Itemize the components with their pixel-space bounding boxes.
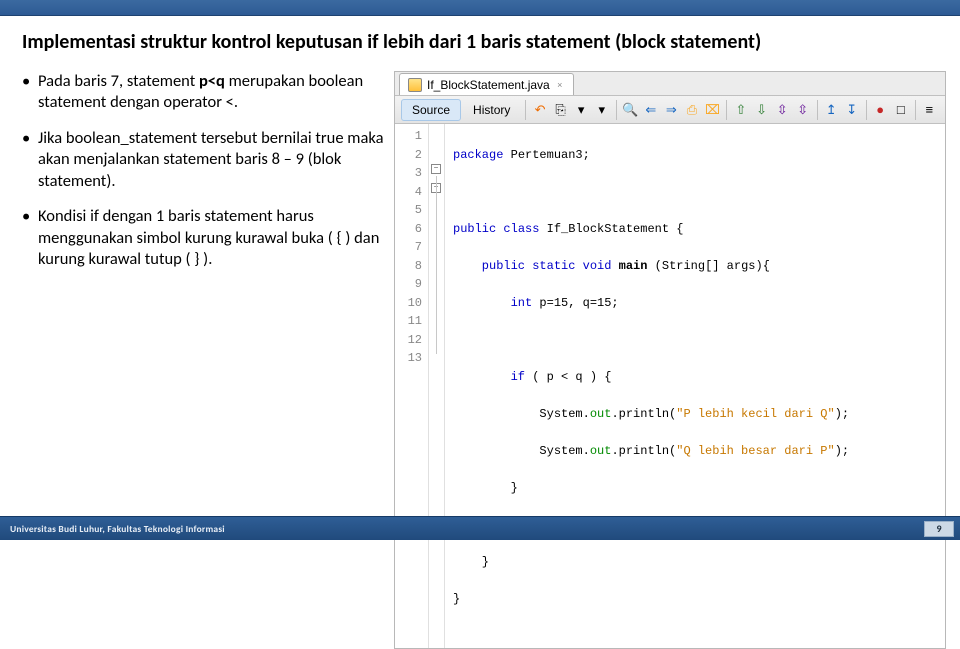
editor-toolbar: Source History ↶ ⎘ ▾ ▾ 🔍 ⇐ ⇒ ⎙ ⌧ ⇧ ⇩ ⇳ ⇳… — [395, 96, 945, 124]
separator — [616, 100, 617, 120]
line-gutter: 1 2 3 4 5 6 7 8 9 10 11 12 13 — [395, 124, 429, 648]
clipboard-icon[interactable]: ⎘ — [551, 99, 571, 121]
line-number: 6 — [397, 220, 422, 239]
list-item: Kondisi if dengan 1 baris statement haru… — [22, 206, 384, 270]
fold-toggle-icon[interactable]: − — [431, 164, 441, 174]
line-number: 9 — [397, 275, 422, 294]
separator — [525, 100, 526, 120]
next-icon[interactable]: ⇒ — [662, 99, 682, 121]
mark-icon[interactable]: ⌧ — [703, 99, 723, 121]
java-file-icon — [408, 78, 422, 92]
line-number: 10 — [397, 294, 422, 313]
nav-icon[interactable]: ⇳ — [793, 99, 813, 121]
bullet-list: Pada baris 7, statement p<q merupakan bo… — [22, 71, 384, 649]
separator — [817, 100, 818, 120]
code-editor: If_BlockStatement.java × Source History … — [394, 71, 946, 649]
list-item: Pada baris 7, statement p<q merupakan bo… — [22, 71, 384, 114]
separator — [866, 100, 867, 120]
fold-line — [436, 176, 437, 354]
prev-icon[interactable]: ⇐ — [641, 99, 661, 121]
editor-tabbar: If_BlockStatement.java × — [395, 72, 945, 96]
editor-tab[interactable]: If_BlockStatement.java × — [399, 73, 574, 95]
dropdown-icon[interactable]: ▾ — [592, 99, 612, 121]
close-icon[interactable]: × — [555, 80, 565, 90]
source-button[interactable]: Source — [401, 99, 461, 121]
line-number: 11 — [397, 312, 422, 331]
slide-footer: Universitas Budi Luhur, Fakultas Teknolo… — [0, 516, 960, 540]
separator — [726, 100, 727, 120]
stop-icon[interactable]: □ — [891, 99, 911, 121]
highlight-icon[interactable]: ⎙ — [682, 99, 702, 121]
content-row: Pada baris 7, statement p<q merupakan bo… — [0, 65, 960, 649]
code-area[interactable]: package Pertemuan3; public class If_Bloc… — [445, 124, 857, 648]
line-number: 5 — [397, 201, 422, 220]
record-icon[interactable]: ● — [870, 99, 890, 121]
line-number: 4 — [397, 183, 422, 202]
nav-icon[interactable]: ⇳ — [772, 99, 792, 121]
history-button[interactable]: History — [462, 99, 521, 121]
title-area: Implementasi struktur kontrol keputusan … — [0, 16, 960, 65]
line-number: 8 — [397, 257, 422, 276]
nav-down-icon[interactable]: ⇩ — [752, 99, 772, 121]
page-number: 9 — [924, 521, 954, 537]
line-number: 2 — [397, 146, 422, 165]
fold-gutter: − − — [429, 124, 445, 648]
line-number: 13 — [397, 349, 422, 368]
dropdown-icon[interactable]: ▾ — [571, 99, 591, 121]
line-number: 12 — [397, 331, 422, 350]
slide-topbar — [0, 0, 960, 16]
nav-up-icon[interactable]: ⇧ — [731, 99, 751, 121]
line-number: 7 — [397, 238, 422, 257]
footer-text: Universitas Budi Luhur, Fakultas Teknolo… — [10, 523, 225, 535]
menu-icon[interactable]: ≡ — [919, 99, 939, 121]
tab-filename: If_BlockStatement.java — [427, 78, 550, 92]
editor-body: 1 2 3 4 5 6 7 8 9 10 11 12 13 − − packag… — [395, 124, 945, 648]
list-item: Jika boolean_statement tersebut bernilai… — [22, 128, 384, 192]
slide-title: Implementasi struktur kontrol keputusan … — [22, 30, 938, 55]
shift-up-icon[interactable]: ↥ — [821, 99, 841, 121]
shift-down-icon[interactable]: ↧ — [842, 99, 862, 121]
separator — [915, 100, 916, 120]
search-icon[interactable]: 🔍 — [620, 99, 640, 121]
undo-icon[interactable]: ↶ — [530, 99, 550, 121]
line-number: 3 — [397, 164, 422, 183]
line-number: 1 — [397, 127, 422, 146]
